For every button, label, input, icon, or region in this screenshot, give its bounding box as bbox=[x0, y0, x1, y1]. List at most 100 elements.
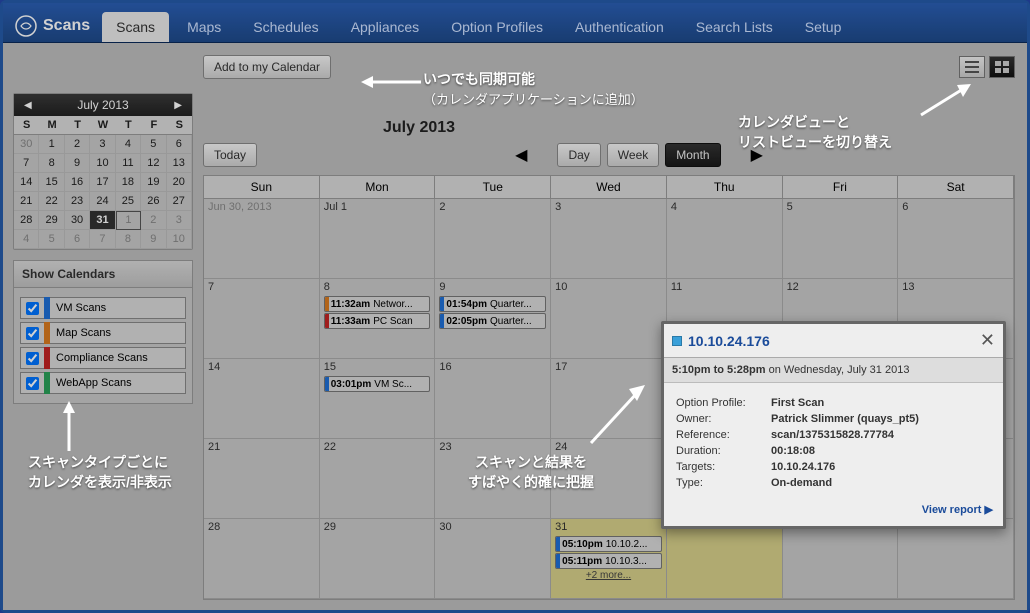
day-cell[interactable]: 21 bbox=[204, 439, 320, 519]
calendar-event[interactable]: 05:10pm10.10.2... bbox=[555, 536, 662, 552]
tab-authentication[interactable]: Authentication bbox=[561, 12, 678, 42]
mini-day[interactable]: 13 bbox=[167, 154, 192, 173]
mini-day[interactable]: 19 bbox=[141, 173, 166, 192]
calendar-event[interactable]: 01:54pmQuarter... bbox=[439, 296, 546, 312]
day-cell[interactable]: 1503:01pmVM Sc... bbox=[320, 359, 436, 439]
calendar-event[interactable]: 02:05pmQuarter... bbox=[439, 313, 546, 329]
tab-schedules[interactable]: Schedules bbox=[239, 12, 332, 42]
mini-day[interactable]: 9 bbox=[141, 230, 166, 249]
month-view-button[interactable]: Month bbox=[665, 143, 720, 167]
calendar-event[interactable]: 11:32amNetwor... bbox=[324, 296, 431, 312]
tab-setup[interactable]: Setup bbox=[791, 12, 856, 42]
mini-day[interactable]: 28 bbox=[14, 211, 39, 230]
day-cell[interactable]: 6 bbox=[898, 199, 1014, 279]
tab-scans[interactable]: Scans bbox=[102, 12, 169, 42]
tab-option-profiles[interactable]: Option Profiles bbox=[437, 12, 557, 42]
mini-day[interactable]: 1 bbox=[116, 211, 141, 230]
mini-day[interactable]: 24 bbox=[90, 192, 115, 211]
more-events-link[interactable]: +2 more... bbox=[551, 570, 666, 581]
day-view-button[interactable]: Day bbox=[557, 143, 600, 167]
mini-day[interactable]: 30 bbox=[14, 135, 39, 154]
calendar-checkbox[interactable] bbox=[26, 352, 39, 365]
mini-day[interactable]: 25 bbox=[116, 192, 141, 211]
mini-day[interactable]: 6 bbox=[65, 230, 90, 249]
day-cell[interactable]: 10 bbox=[551, 279, 667, 359]
day-cell[interactable]: Jun 30, 2013 bbox=[204, 199, 320, 279]
calendar-checkbox[interactable] bbox=[26, 327, 39, 340]
day-cell[interactable] bbox=[783, 519, 899, 599]
day-cell[interactable]: 14 bbox=[204, 359, 320, 439]
calendar-toggle[interactable]: VM Scans bbox=[20, 297, 186, 319]
mini-day[interactable]: 23 bbox=[65, 192, 90, 211]
tab-search-lists[interactable]: Search Lists bbox=[682, 12, 787, 42]
mini-day[interactable]: 29 bbox=[39, 211, 64, 230]
today-button[interactable]: Today bbox=[203, 143, 257, 167]
mini-day[interactable]: 21 bbox=[14, 192, 39, 211]
add-calendar-button[interactable]: Add to my Calendar bbox=[203, 55, 331, 79]
day-cell[interactable]: 901:54pmQuarter...02:05pmQuarter... bbox=[435, 279, 551, 359]
mini-day[interactable]: 5 bbox=[141, 135, 166, 154]
day-cell[interactable]: 2 bbox=[435, 199, 551, 279]
mini-day[interactable]: 10 bbox=[167, 230, 192, 249]
mini-day[interactable]: 26 bbox=[141, 192, 166, 211]
mini-day[interactable]: 3 bbox=[90, 135, 115, 154]
calendar-event[interactable]: 03:01pmVM Sc... bbox=[324, 376, 431, 392]
calendar-checkbox[interactable] bbox=[26, 302, 39, 315]
mini-day[interactable]: 4 bbox=[14, 230, 39, 249]
close-icon[interactable]: ✕ bbox=[980, 330, 995, 351]
mini-day[interactable]: 17 bbox=[90, 173, 115, 192]
list-view-icon[interactable] bbox=[959, 56, 985, 78]
mini-day[interactable]: 11 bbox=[116, 154, 141, 173]
prev-month-icon[interactable]: ◀ bbox=[515, 145, 527, 165]
mini-next-icon[interactable]: ▶ bbox=[170, 100, 186, 111]
mini-day[interactable]: 9 bbox=[65, 154, 90, 173]
week-view-button[interactable]: Week bbox=[607, 143, 659, 167]
day-cell[interactable]: 3105:10pm10.10.2...05:11pm10.10.3...+2 m… bbox=[551, 519, 667, 599]
mini-day[interactable]: 3 bbox=[167, 211, 192, 230]
mini-prev-icon[interactable]: ◀ bbox=[20, 100, 36, 111]
day-cell[interactable]: Jul 1 bbox=[320, 199, 436, 279]
mini-day[interactable]: 16 bbox=[65, 173, 90, 192]
mini-day[interactable]: 1 bbox=[39, 135, 64, 154]
day-cell[interactable]: 29 bbox=[320, 519, 436, 599]
mini-day[interactable]: 4 bbox=[116, 135, 141, 154]
mini-day[interactable]: 2 bbox=[141, 211, 166, 230]
day-cell[interactable]: 22 bbox=[320, 439, 436, 519]
mini-day[interactable]: 20 bbox=[167, 173, 192, 192]
next-month-icon[interactable]: ▶ bbox=[751, 145, 763, 165]
day-cell[interactable] bbox=[898, 519, 1014, 599]
day-cell[interactable]: 17 bbox=[551, 359, 667, 439]
day-cell[interactable]: 24 bbox=[551, 439, 667, 519]
mini-day[interactable]: 12 bbox=[141, 154, 166, 173]
calendar-checkbox[interactable] bbox=[26, 377, 39, 390]
day-cell[interactable]: 5 bbox=[783, 199, 899, 279]
mini-day[interactable]: 7 bbox=[90, 230, 115, 249]
calendar-toggle[interactable]: Map Scans bbox=[20, 322, 186, 344]
day-cell[interactable]: 30 bbox=[435, 519, 551, 599]
day-cell[interactable]: 4 bbox=[667, 199, 783, 279]
mini-day[interactable]: 6 bbox=[167, 135, 192, 154]
day-cell[interactable]: 3 bbox=[551, 199, 667, 279]
mini-day[interactable]: 14 bbox=[14, 173, 39, 192]
mini-day[interactable]: 22 bbox=[39, 192, 64, 211]
day-cell[interactable]: 811:32amNetwor...11:33amPC Scan bbox=[320, 279, 436, 359]
mini-day[interactable]: 30 bbox=[65, 211, 90, 230]
view-report-link[interactable]: View report ▶ bbox=[664, 499, 1003, 526]
mini-day[interactable]: 7 bbox=[14, 154, 39, 173]
tab-maps[interactable]: Maps bbox=[173, 12, 235, 42]
day-cell[interactable]: 7 bbox=[204, 279, 320, 359]
day-cell[interactable]: 16 bbox=[435, 359, 551, 439]
mini-day[interactable]: 15 bbox=[39, 173, 64, 192]
mini-day[interactable]: 10 bbox=[90, 154, 115, 173]
mini-day[interactable]: 18 bbox=[116, 173, 141, 192]
mini-day[interactable]: 8 bbox=[116, 230, 141, 249]
mini-day[interactable]: 27 bbox=[167, 192, 192, 211]
day-cell[interactable]: 28 bbox=[204, 519, 320, 599]
mini-day[interactable]: 2 bbox=[65, 135, 90, 154]
calendar-event[interactable]: 05:11pm10.10.3... bbox=[555, 553, 662, 569]
tab-appliances[interactable]: Appliances bbox=[337, 12, 434, 42]
calendar-view-icon[interactable] bbox=[989, 56, 1015, 78]
day-cell[interactable]: 23 bbox=[435, 439, 551, 519]
calendar-event[interactable]: 11:33amPC Scan bbox=[324, 313, 431, 329]
mini-day[interactable]: 31 bbox=[90, 211, 115, 230]
